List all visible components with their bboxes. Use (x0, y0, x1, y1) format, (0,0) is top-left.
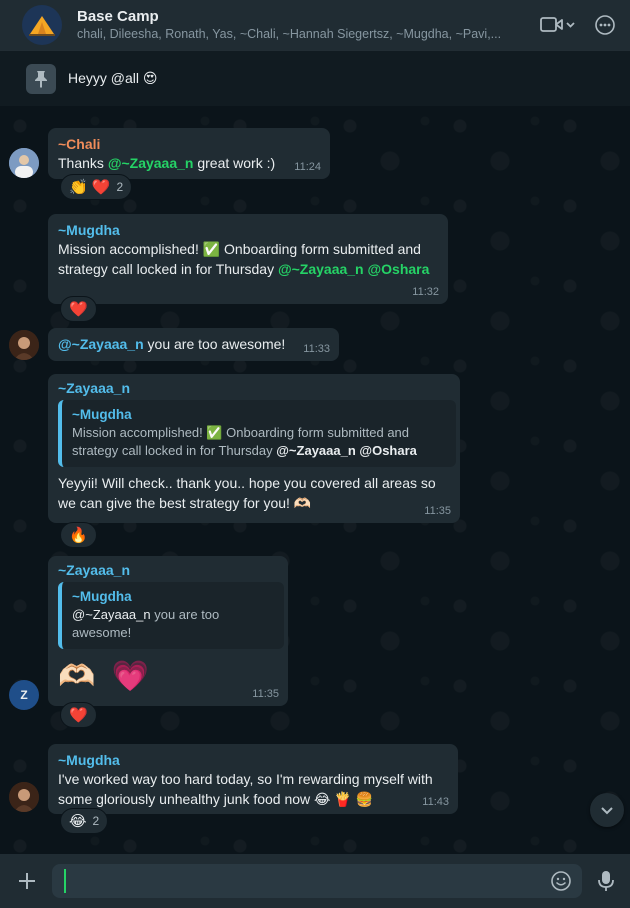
sender-name[interactable]: ~Chali (58, 134, 321, 154)
message-bubble[interactable]: ~Chali Thanks @~Zayaaa_n great work :) 1… (48, 128, 330, 179)
reaction-emojis: 😂 (69, 813, 87, 830)
group-name: Base Camp (77, 8, 159, 25)
message-time: 11:33 (303, 343, 330, 355)
message-list[interactable]: ~Chali Thanks @~Zayaaa_n great work :) 1… (0, 106, 630, 854)
avatar-initial: Z (20, 688, 28, 702)
message-bubble[interactable]: ~Mugdha Mission accomplished! ✅ Onboardi… (48, 214, 448, 304)
message-time: 11:32 (412, 286, 439, 298)
mention-link[interactable]: @Oshara (368, 261, 430, 277)
sender-name[interactable]: ~Mugdha (58, 220, 439, 240)
avatar-photo-icon (9, 330, 39, 360)
emoji-button[interactable] (550, 870, 572, 892)
chevron-down-icon (601, 807, 613, 815)
text-line: strategy call locked in for Thursday @~Z… (58, 260, 439, 280)
chat-info[interactable]: Base Camp chali, Dileesha, Ronath, Yas, … (77, 7, 528, 43)
avatar[interactable] (9, 782, 39, 812)
reactions-pill[interactable]: ❤️ (60, 296, 97, 322)
text-line: strategy call locked in for Thursday @~Z… (72, 442, 446, 460)
scroll-to-bottom-button[interactable] (590, 793, 624, 827)
sender-name[interactable]: ~Zayaaa_n (58, 560, 279, 580)
pin-icon (35, 70, 47, 88)
message-time: 11:24 (294, 161, 321, 173)
text-segment: Thanks (58, 155, 108, 171)
message-bubble[interactable]: @~Zayaaa_n you are too awesome! 11:33 (48, 328, 339, 361)
quoted-sender: ~Mugdha (72, 589, 132, 604)
more-options-icon (595, 15, 615, 35)
emoji-message: 🫶🏻 💗 (58, 660, 154, 693)
message-bubble[interactable]: ~Zayaaa_n ~Mugdha Mission accomplished! … (48, 374, 460, 523)
reaction-count: 2 (92, 814, 100, 828)
reaction-count: 2 (116, 180, 124, 194)
chat-header: Base Camp chali, Dileesha, Ronath, Yas, … (0, 0, 630, 50)
pinned-message-bar[interactable]: Heyyy @all 😍 (0, 50, 630, 106)
avatar-photo-icon (9, 782, 39, 812)
emoji-icon (551, 871, 571, 891)
message-time: 11:43 (422, 796, 449, 808)
text-line: Yeyyii! Will check.. thank you.. hope yo… (58, 475, 436, 491)
message-input[interactable] (64, 869, 550, 893)
text-segment: strategy call locked in for Thursday (72, 443, 277, 458)
avatar[interactable] (9, 148, 39, 178)
message-input-box (52, 864, 582, 898)
voice-message-button[interactable] (596, 869, 616, 893)
reactions-pill[interactable]: ❤️ (60, 702, 97, 728)
text-line: Mission accomplished! ✅ Onboarding form … (72, 425, 410, 440)
quoted-text: @~Zayaaa_n you are too awesome! (72, 606, 274, 642)
message-time: 11:35 (424, 505, 451, 517)
quoted-text: Mission accomplished! ✅ Onboarding form … (72, 424, 446, 460)
group-participants: chali, Dileesha, Ronath, Yas, ~Chali, ~H… (77, 27, 502, 41)
header-actions (540, 14, 616, 36)
message-text: @~Zayaaa_n you are too awesome! (58, 335, 330, 355)
reaction-emojis: ❤️ (69, 707, 88, 724)
message-text: I've worked way too hard today, so I'm r… (58, 770, 449, 809)
message-time: 11:35 (252, 688, 279, 700)
mention-link[interactable]: @~Zayaaa_n (58, 336, 144, 352)
mention-link[interactable]: @~Zayaaa_n (108, 155, 194, 171)
text-line: some gloriously unhealthy junk food now … (58, 790, 374, 807)
reaction-emojis: 🔥 (69, 527, 88, 544)
message-text: Mission accomplished! ✅ Onboarding form … (58, 240, 439, 279)
whatsapp-chat-window: Base Camp chali, Dileesha, Ronath, Yas, … (0, 0, 630, 908)
quoted-message[interactable]: ~Mugdha @~Zayaaa_n you are too awesome! (58, 582, 284, 649)
text-line: I've worked way too hard today, so I'm r… (58, 771, 433, 787)
avatar[interactable] (9, 330, 39, 360)
mention-text: @~Zayaaa_n (72, 607, 151, 622)
group-avatar[interactable] (22, 5, 62, 45)
attach-button[interactable] (16, 870, 38, 892)
text-segment: great work :) (193, 155, 276, 171)
mention-link[interactable]: @~Zayaaa_n (278, 261, 364, 277)
mention-text: @~Zayaaa_n (276, 443, 356, 458)
video-camera-icon (540, 17, 575, 32)
microphone-icon (598, 871, 614, 891)
pin-icon-box (26, 63, 56, 94)
reactions-pill[interactable]: 😂 2 (60, 808, 109, 834)
sender-name[interactable]: ~Zayaaa_n (58, 378, 451, 398)
mention-text: @Oshara (359, 443, 417, 458)
pinned-message-text: Heyyy @all 😍 (68, 70, 158, 86)
text-line: Mission accomplished! ✅ Onboarding form … (58, 241, 421, 257)
reaction-emojis: ❤️ (69, 301, 88, 318)
sender-name[interactable]: ~Mugdha (58, 750, 449, 770)
more-options-button[interactable] (594, 14, 616, 36)
message-text: Thanks @~Zayaaa_n great work :) (58, 154, 321, 174)
text-segment: strategy call locked in for Thursday (58, 260, 278, 277)
quoted-sender: ~Mugdha (72, 407, 132, 422)
video-call-button[interactable] (540, 15, 576, 35)
reactions-pill[interactable]: 👏 ❤️ 2 (60, 174, 133, 200)
plus-icon (19, 873, 35, 889)
text-line: we can give the best strategy for you! 🫶… (58, 494, 312, 511)
text-segment: you are too awesome! (143, 336, 286, 352)
compose-bar (0, 854, 630, 908)
reaction-emojis: 👏 ❤️ (69, 179, 111, 196)
tent-icon (29, 16, 55, 36)
message-bubble[interactable]: ~Mugdha I've worked way too hard today, … (48, 744, 458, 814)
message-bubble[interactable]: ~Zayaaa_n ~Mugdha @~Zayaaa_n you are too… (48, 556, 288, 706)
quoted-message[interactable]: ~Mugdha Mission accomplished! ✅ Onboardi… (58, 400, 456, 467)
message-text: Yeyyii! Will check.. thank you.. hope yo… (58, 474, 451, 513)
reactions-pill[interactable]: 🔥 (60, 522, 97, 548)
avatar-photo-icon (9, 148, 39, 178)
avatar[interactable]: Z (9, 680, 39, 710)
